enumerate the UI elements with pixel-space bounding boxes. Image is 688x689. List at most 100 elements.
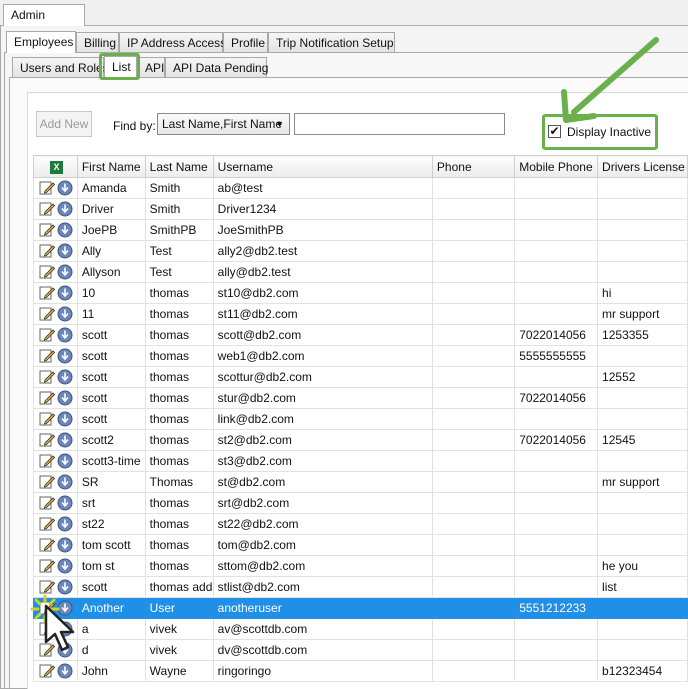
cell-first-name: scott xyxy=(76,408,146,430)
download-icon[interactable] xyxy=(57,264,73,280)
table-row[interactable]: d vivek dv@scottdb.com xyxy=(33,639,688,661)
tab-api-data-pending[interactable]: API Data Pending xyxy=(165,57,268,77)
edit-pencil-icon[interactable] xyxy=(39,516,55,532)
table-row[interactable]: tom st thomas sttom@db2.com he you xyxy=(33,555,688,577)
table-row[interactable]: 11 thomas st11@db2.com mr support xyxy=(33,303,688,325)
tab-billing[interactable]: Billing xyxy=(76,32,119,52)
download-icon[interactable] xyxy=(57,516,73,532)
add-new-button[interactable]: Add New xyxy=(36,111,92,137)
download-icon[interactable] xyxy=(57,201,73,217)
download-icon[interactable] xyxy=(57,558,73,574)
edit-pencil-icon[interactable] xyxy=(39,495,55,511)
edit-pencil-icon[interactable] xyxy=(39,222,55,238)
find-by-select[interactable]: Last Name,First Name ▼ xyxy=(157,113,290,135)
download-icon[interactable] xyxy=(57,306,73,322)
download-icon[interactable] xyxy=(57,390,73,406)
table-row[interactable]: srt thomas srt@db2.com xyxy=(33,492,688,514)
row-actions-cell xyxy=(33,429,78,451)
edit-pencil-icon[interactable] xyxy=(39,327,55,343)
table-row[interactable]: scott thomas add stlist@db2.com list xyxy=(33,576,688,598)
tab-trip-label: Trip Notification Setup xyxy=(276,36,394,50)
download-icon[interactable] xyxy=(57,348,73,364)
edit-pencil-icon[interactable] xyxy=(39,537,55,553)
download-icon[interactable] xyxy=(57,453,73,469)
tab-admin[interactable]: Admin xyxy=(3,4,85,26)
download-icon[interactable] xyxy=(57,180,73,196)
row-actions-cell xyxy=(33,408,78,430)
table-row[interactable]: 10 thomas st10@db2.com hi xyxy=(33,282,688,304)
edit-pencil-icon[interactable] xyxy=(39,201,55,217)
download-icon[interactable] xyxy=(57,474,73,490)
column-header-phone[interactable]: Phone xyxy=(431,155,516,178)
download-icon[interactable] xyxy=(57,495,73,511)
edit-pencil-icon[interactable] xyxy=(39,432,55,448)
column-header-username[interactable]: Username xyxy=(212,155,433,178)
cell-mobile-phone xyxy=(514,660,599,682)
download-icon[interactable] xyxy=(57,411,73,427)
tab-employees[interactable]: Employees xyxy=(6,31,76,53)
tab-users-and-roles[interactable]: Users and Roles xyxy=(12,57,109,77)
column-header-first-name[interactable]: First Name xyxy=(76,155,146,178)
table-row[interactable]: scott thomas scottur@db2.com 12552 xyxy=(33,366,688,388)
table-row[interactable]: tom scott thomas tom@db2.com xyxy=(33,534,688,556)
edit-pencil-icon[interactable] xyxy=(39,474,55,490)
download-icon[interactable] xyxy=(57,243,73,259)
table-row[interactable]: scott thomas web1@db2.com 5555555555 xyxy=(33,345,688,367)
download-icon[interactable] xyxy=(57,369,73,385)
edit-pencil-icon[interactable] xyxy=(39,243,55,259)
table-row[interactable]: Another User anotheruser 5551212233 xyxy=(33,597,688,619)
edit-pencil-icon[interactable] xyxy=(39,579,55,595)
download-icon[interactable] xyxy=(57,537,73,553)
edit-pencil-icon[interactable] xyxy=(39,390,55,406)
tab-profile[interactable]: Profile xyxy=(223,32,268,52)
cell-first-name: 11 xyxy=(76,303,146,325)
tab-ip-address-access[interactable]: IP Address Access xyxy=(119,32,226,52)
table-row[interactable]: st22 thomas st22@db2.com xyxy=(33,513,688,535)
tab-api[interactable]: API xyxy=(137,57,165,77)
table-row[interactable]: Driver Smith Driver1234 xyxy=(33,198,688,220)
edit-pencil-icon[interactable] xyxy=(39,285,55,301)
download-icon[interactable] xyxy=(57,663,73,679)
download-icon[interactable] xyxy=(57,579,73,595)
table-row[interactable]: a vivek av@scottdb.com xyxy=(33,618,688,640)
cell-username: st@db2.com xyxy=(212,471,433,493)
edit-pencil-icon[interactable] xyxy=(39,369,55,385)
cell-username: srt@db2.com xyxy=(212,492,433,514)
table-row[interactable]: SR Thomas st@db2.com mr support xyxy=(33,471,688,493)
edit-pencil-icon[interactable] xyxy=(39,453,55,469)
download-icon[interactable] xyxy=(57,432,73,448)
table-row[interactable]: JoePB SmithPB JoeSmithPB xyxy=(33,219,688,241)
edit-pencil-icon[interactable] xyxy=(39,348,55,364)
edit-pencil-icon[interactable] xyxy=(39,411,55,427)
cell-drivers-license: 12545 xyxy=(597,429,688,451)
edit-pencil-icon[interactable] xyxy=(39,306,55,322)
table-row[interactable]: scott thomas stur@db2.com 7022014056 xyxy=(33,387,688,409)
download-icon[interactable] xyxy=(57,285,73,301)
table-row[interactable]: scott2 thomas st2@db2.com 7022014056 12545 xyxy=(33,429,688,451)
table-row[interactable]: scott3-time thomas st3@db2.com xyxy=(33,450,688,472)
cell-first-name: Amanda xyxy=(76,177,146,199)
download-icon[interactable] xyxy=(57,327,73,343)
cell-first-name: tom scott xyxy=(76,534,146,556)
table-row[interactable]: John Wayne ringoringo b12323454 xyxy=(33,660,688,682)
table-row[interactable]: scott thomas scott@db2.com 7022014056 125335… xyxy=(33,324,688,346)
cell-mobile-phone: 7022014056 xyxy=(514,324,599,346)
edit-pencil-icon[interactable] xyxy=(39,264,55,280)
column-header-mobile-phone[interactable]: Mobile Phone xyxy=(514,155,599,178)
tab-trip-notification-setup[interactable]: Trip Notification Setup xyxy=(268,32,395,52)
search-input[interactable] xyxy=(294,113,505,135)
table-row[interactable]: scott thomas link@db2.com xyxy=(33,408,688,430)
table-row[interactable]: Ally Test ally2@db2.test xyxy=(33,240,688,262)
excel-icon[interactable]: X xyxy=(50,160,63,174)
table-row[interactable]: Amanda Smith ab@test xyxy=(33,177,688,199)
edit-pencil-icon[interactable] xyxy=(39,180,55,196)
edit-pencil-icon[interactable] xyxy=(39,663,55,679)
column-header-drivers-license[interactable]: Drivers License xyxy=(597,155,688,178)
export-excel-header[interactable]: X xyxy=(33,155,78,178)
column-header-last-name[interactable]: Last Name xyxy=(144,155,214,178)
cell-drivers-license xyxy=(597,492,688,514)
download-icon[interactable] xyxy=(57,222,73,238)
table-row[interactable]: Allyson Test ally@db2.test xyxy=(33,261,688,283)
edit-pencil-icon[interactable] xyxy=(39,558,55,574)
cell-mobile-phone xyxy=(514,450,599,472)
